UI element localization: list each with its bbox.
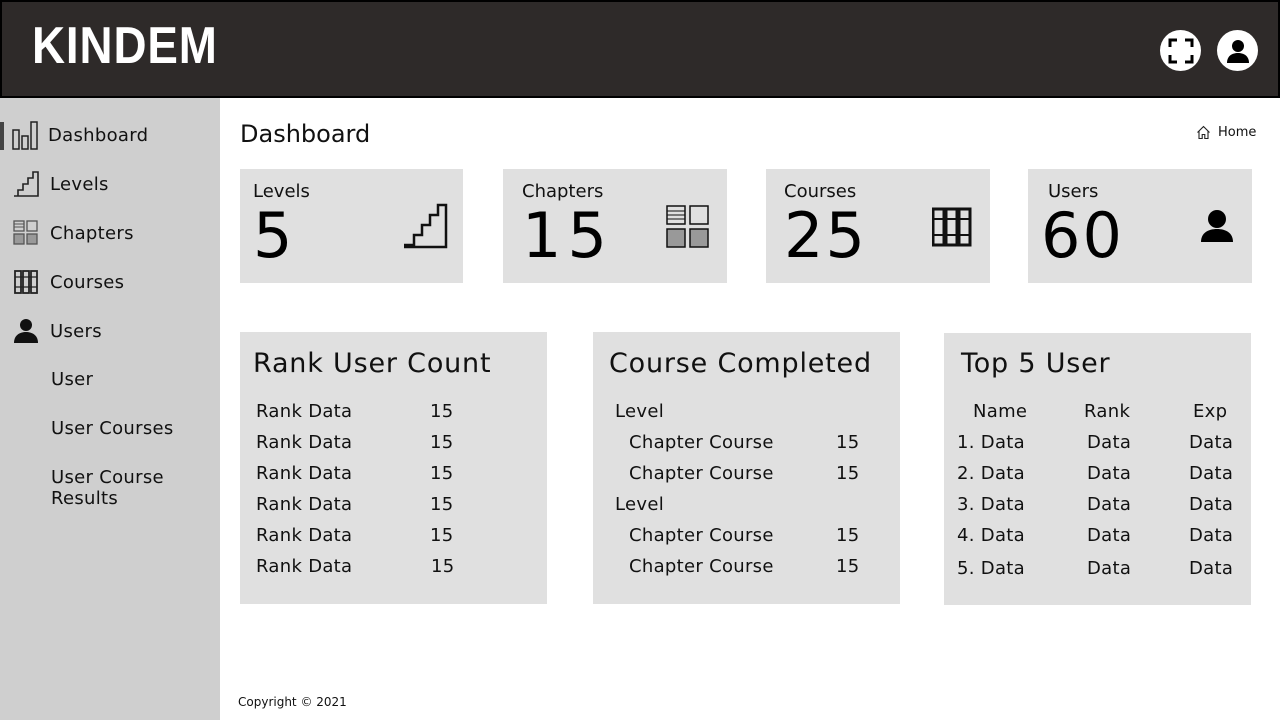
panel-title: Rank User Count bbox=[253, 348, 492, 379]
rank-row-label: Rank Data bbox=[256, 432, 353, 453]
column-header-rank: Rank bbox=[1084, 401, 1131, 422]
course-row-value: 15 bbox=[836, 525, 860, 546]
top-header: KINDEM bbox=[0, 0, 1280, 98]
sidebar-item-dashboard[interactable]: Dashboard bbox=[0, 115, 220, 155]
stat-card-courses[interactable]: Courses 25 bbox=[766, 169, 990, 283]
user-avatar-icon bbox=[1226, 39, 1249, 63]
panel-title: Course Completed bbox=[609, 348, 872, 379]
home-icon bbox=[1197, 125, 1210, 140]
brand-logo[interactable]: KINDEM bbox=[32, 16, 218, 76]
top-user-exp: Data bbox=[1189, 558, 1234, 579]
course-row-label: Chapter Course bbox=[629, 432, 774, 453]
fullscreen-icon bbox=[1168, 38, 1193, 63]
page-title: Dashboard bbox=[240, 120, 371, 148]
sidebar-subitem-user[interactable]: User bbox=[51, 369, 93, 390]
profile-button[interactable] bbox=[1217, 30, 1258, 71]
footer-copyright: Copyright © 2021 bbox=[238, 695, 347, 709]
top-user-name: 3. Data bbox=[957, 494, 1025, 515]
course-row-value: 15 bbox=[836, 432, 860, 453]
rank-row-label: Rank Data bbox=[256, 556, 353, 577]
sidebar-subitem-user-course-results[interactable]: User Course Results bbox=[51, 467, 181, 509]
course-level-label: Level bbox=[615, 494, 665, 515]
top-user-rank: Data bbox=[1087, 494, 1132, 515]
rank-row-value: 15 bbox=[430, 525, 454, 546]
course-row-label: Chapter Course bbox=[629, 525, 774, 546]
top-user-rank: Data bbox=[1087, 463, 1132, 484]
books-icon bbox=[931, 207, 972, 251]
person-icon bbox=[1200, 209, 1234, 247]
top-5-user-panel: Top 5 User Name Rank Exp 1. Data Data Da… bbox=[944, 333, 1251, 605]
sidebar-item-chapters[interactable]: Chapters bbox=[0, 213, 220, 253]
top-user-exp: Data bbox=[1189, 463, 1234, 484]
top-user-name: 4. Data bbox=[957, 525, 1025, 546]
course-row-value: 15 bbox=[836, 463, 860, 484]
top-user-rank: Data bbox=[1087, 525, 1132, 546]
books-icon bbox=[12, 266, 40, 298]
stairs-icon bbox=[12, 168, 40, 200]
sidebar-item-label: Chapters bbox=[50, 222, 134, 244]
top-user-exp: Data bbox=[1189, 432, 1234, 453]
top-user-exp: Data bbox=[1189, 494, 1234, 515]
breadcrumb[interactable]: Home bbox=[1196, 125, 1256, 140]
dashboard-bars-icon bbox=[12, 119, 40, 151]
stat-card-chapters[interactable]: Chapters 15 bbox=[503, 169, 727, 283]
course-row-value: 15 bbox=[836, 556, 860, 577]
stat-value: 5 bbox=[253, 199, 295, 272]
rank-row-label: Rank Data bbox=[256, 525, 353, 546]
sidebar-item-label: Courses bbox=[50, 271, 125, 293]
top-user-name: 1. Data bbox=[957, 432, 1025, 453]
course-row-label: Chapter Course bbox=[629, 463, 774, 484]
breadcrumb-home[interactable]: Home bbox=[1218, 125, 1256, 140]
fullscreen-button[interactable] bbox=[1160, 30, 1201, 71]
person-icon bbox=[12, 315, 40, 347]
rank-row-value: 15 bbox=[430, 463, 454, 484]
rank-row-label: Rank Data bbox=[256, 463, 353, 484]
course-row-label: Chapter Course bbox=[629, 556, 774, 577]
sidebar-item-label: Users bbox=[50, 320, 102, 342]
sidebar-item-levels[interactable]: Levels bbox=[0, 164, 220, 204]
sidebar: Dashboard Levels Chapters Courses Users … bbox=[0, 98, 220, 720]
column-header-exp: Exp bbox=[1193, 401, 1228, 422]
course-completed-panel: Course Completed Level Chapter Course 15… bbox=[593, 332, 900, 604]
column-header-name: Name bbox=[973, 401, 1028, 422]
rank-row-value: 15 bbox=[431, 556, 455, 577]
course-level-label: Level bbox=[615, 401, 665, 422]
stat-card-users[interactable]: Users 60 bbox=[1028, 169, 1252, 283]
grid-icon bbox=[12, 217, 40, 249]
top-user-exp: Data bbox=[1189, 525, 1234, 546]
sidebar-item-users[interactable]: Users bbox=[0, 311, 220, 351]
stairs-icon bbox=[402, 203, 448, 253]
sidebar-subitem-user-courses[interactable]: User Courses bbox=[51, 418, 174, 439]
rank-user-count-panel: Rank User Count Rank Data 15 Rank Data 1… bbox=[240, 332, 547, 604]
rank-row-label: Rank Data bbox=[256, 494, 353, 515]
top-user-name: 5. Data bbox=[957, 558, 1025, 579]
sidebar-item-label: Dashboard bbox=[48, 124, 149, 146]
top-user-rank: Data bbox=[1087, 432, 1132, 453]
rank-row-label: Rank Data bbox=[256, 401, 353, 422]
rank-row-value: 15 bbox=[430, 494, 454, 515]
stat-value: 15 bbox=[522, 199, 613, 272]
top-user-name: 2. Data bbox=[957, 463, 1025, 484]
panel-title: Top 5 User bbox=[961, 348, 1111, 379]
stat-card-levels[interactable]: Levels 5 bbox=[240, 169, 463, 283]
sidebar-item-courses[interactable]: Courses bbox=[0, 262, 220, 302]
stat-value: 25 bbox=[784, 199, 867, 272]
grid-icon bbox=[666, 205, 710, 253]
rank-row-value: 15 bbox=[430, 432, 454, 453]
top-user-rank: Data bbox=[1087, 558, 1132, 579]
stat-value: 60 bbox=[1041, 199, 1124, 272]
rank-row-value: 15 bbox=[430, 401, 454, 422]
sidebar-item-label: Levels bbox=[50, 173, 109, 195]
